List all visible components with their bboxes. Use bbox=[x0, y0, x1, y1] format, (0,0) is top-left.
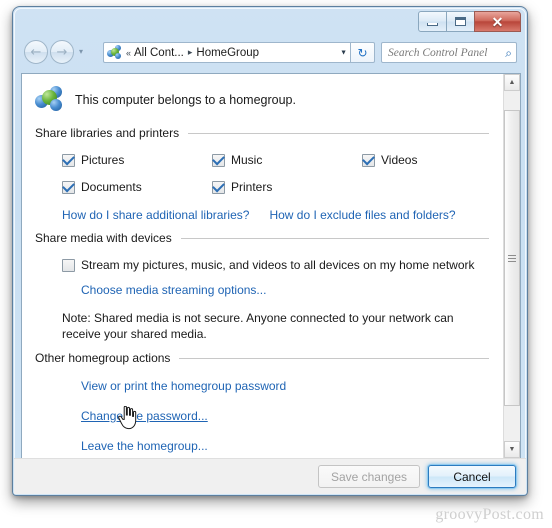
scrollbar-thumb[interactable] bbox=[504, 110, 520, 406]
cancel-button[interactable]: Cancel bbox=[428, 465, 516, 488]
refresh-button[interactable]: ↻ bbox=[351, 42, 375, 63]
maximize-button[interactable] bbox=[446, 11, 475, 32]
breadcrumb-current[interactable]: HomeGroup bbox=[196, 47, 259, 59]
breadcrumb-parent[interactable]: All Cont... bbox=[134, 47, 184, 59]
section-divider bbox=[179, 357, 489, 359]
vertical-scrollbar[interactable]: ▲ ▼ bbox=[503, 74, 520, 458]
checkbox-printers-label: Printers bbox=[231, 180, 273, 194]
media-streaming-options-row: Choose media streaming options... bbox=[22, 281, 503, 299]
link-share-additional-libraries[interactable]: How do I share additional libraries? bbox=[62, 208, 249, 222]
back-button[interactable]: ← bbox=[24, 40, 48, 64]
screenshot-root: ✕ ← → ▾ « All Cont... ▸ HomeGroup ▼ ↻ Se… bbox=[0, 0, 552, 528]
save-changes-button[interactable]: Save changes bbox=[317, 465, 420, 488]
minimize-icon bbox=[427, 23, 438, 26]
section-title: Share libraries and printers bbox=[35, 126, 180, 140]
section-divider bbox=[180, 237, 489, 239]
checkbox-pictures-label: Pictures bbox=[81, 153, 125, 167]
checkbox-pictures[interactable]: Pictures bbox=[62, 153, 212, 167]
forward-button[interactable]: → bbox=[50, 40, 74, 64]
action-row-leave-homegroup: Leave the homegroup... bbox=[22, 437, 503, 455]
checkbox-stream-media-label: Stream my pictures, music, and videos to… bbox=[81, 258, 475, 272]
link-change-the-password[interactable]: Change the password... bbox=[81, 409, 208, 423]
checkbox-music-label: Music bbox=[231, 153, 263, 167]
chevron-down-icon[interactable]: ▼ bbox=[340, 49, 347, 56]
forward-arrow-icon: → bbox=[56, 44, 68, 60]
navigation-bar: ← → ▾ « All Cont... ▸ HomeGroup ▼ ↻ Sear… bbox=[13, 37, 527, 71]
refresh-icon: ↻ bbox=[357, 45, 368, 60]
checkbox-music[interactable]: Music bbox=[212, 153, 362, 167]
section-title: Other homegroup actions bbox=[35, 351, 171, 365]
scrollbar-up-button[interactable]: ▲ bbox=[504, 74, 520, 91]
checkbox-printers[interactable]: Printers bbox=[212, 180, 362, 194]
checkbox-music-box[interactable] bbox=[212, 153, 225, 167]
scrollbar-down-button[interactable]: ▼ bbox=[504, 441, 520, 458]
checkbox-videos-label: Videos bbox=[381, 153, 418, 167]
checkbox-documents-label: Documents bbox=[81, 180, 142, 194]
checkbox-documents[interactable]: Documents bbox=[62, 180, 212, 194]
action-row-change-password: Change the password... bbox=[22, 407, 503, 425]
search-input[interactable]: Search Control Panel ⌕ bbox=[381, 42, 517, 63]
homegroup-icon bbox=[107, 45, 122, 60]
minimize-button[interactable] bbox=[418, 11, 447, 32]
close-icon: ✕ bbox=[491, 13, 504, 30]
dialog-button-bar: Save changes Cancel bbox=[14, 458, 526, 494]
checkbox-documents-box[interactable] bbox=[62, 180, 75, 194]
breadcrumb-separator-icon[interactable]: ▸ bbox=[188, 47, 193, 58]
back-arrow-icon: ← bbox=[30, 44, 42, 60]
link-view-or-print-password[interactable]: View or print the homegroup password bbox=[81, 379, 286, 393]
help-link-row: How do I share additional libraries? How… bbox=[22, 208, 503, 222]
content-scroll-area: This computer belongs to a homegroup. Sh… bbox=[22, 74, 503, 458]
caption-button-group: ✕ bbox=[418, 11, 521, 32]
search-placeholder: Search Control Panel bbox=[388, 46, 488, 59]
section-title: Share media with devices bbox=[35, 231, 172, 245]
link-leave-the-homegroup[interactable]: Leave the homegroup... bbox=[81, 439, 208, 453]
link-choose-media-streaming-options[interactable]: Choose media streaming options... bbox=[81, 283, 266, 297]
checkbox-stream-media-box[interactable] bbox=[62, 258, 75, 272]
shared-media-note: Note: Shared media is not secure. Anyone… bbox=[62, 311, 454, 341]
checkbox-videos[interactable]: Videos bbox=[362, 153, 417, 167]
address-bar[interactable]: « All Cont... ▸ HomeGroup ▼ bbox=[103, 42, 351, 63]
chevron-down-icon: ▼ bbox=[508, 446, 516, 453]
link-exclude-files-and-folders[interactable]: How do I exclude files and folders? bbox=[269, 208, 455, 222]
chevron-up-icon: ▲ bbox=[508, 79, 516, 86]
close-button[interactable]: ✕ bbox=[474, 11, 521, 32]
scrollbar-grip-icon bbox=[508, 254, 516, 262]
control-panel-window: ✕ ← → ▾ « All Cont... ▸ HomeGroup ▼ ↻ Se… bbox=[12, 6, 528, 496]
watermark: groovyPost.com bbox=[435, 506, 544, 523]
title-bar: ✕ bbox=[13, 7, 527, 37]
breadcrumb-overflow-icon[interactable]: « bbox=[126, 48, 131, 58]
homegroup-large-icon bbox=[35, 86, 65, 114]
nav-button-group: ← → ▾ bbox=[24, 40, 83, 64]
checkbox-printers-box[interactable] bbox=[212, 180, 225, 194]
checkbox-stream-media[interactable]: Stream my pictures, music, and videos to… bbox=[22, 258, 503, 272]
section-header-other-actions: Other homegroup actions bbox=[22, 351, 503, 365]
checkbox-videos-box[interactable] bbox=[362, 153, 375, 167]
checkbox-row-2: Documents Printers bbox=[22, 180, 503, 194]
checkbox-row-1: Pictures Music Videos bbox=[22, 153, 503, 167]
content-pane: This computer belongs to a homegroup. Sh… bbox=[21, 73, 521, 459]
homegroup-status-header: This computer belongs to a homegroup. bbox=[22, 83, 503, 117]
checkbox-pictures-box[interactable] bbox=[62, 153, 75, 167]
section-divider bbox=[188, 132, 489, 134]
section-header-share-media: Share media with devices bbox=[22, 231, 503, 245]
recent-pages-icon[interactable]: ▾ bbox=[79, 48, 83, 56]
status-text: This computer belongs to a homegroup. bbox=[75, 93, 296, 107]
maximize-icon bbox=[455, 17, 466, 26]
search-icon: ⌕ bbox=[505, 45, 512, 60]
section-header-share-libraries: Share libraries and printers bbox=[22, 126, 503, 140]
action-row-view-password: View or print the homegroup password bbox=[22, 377, 503, 395]
